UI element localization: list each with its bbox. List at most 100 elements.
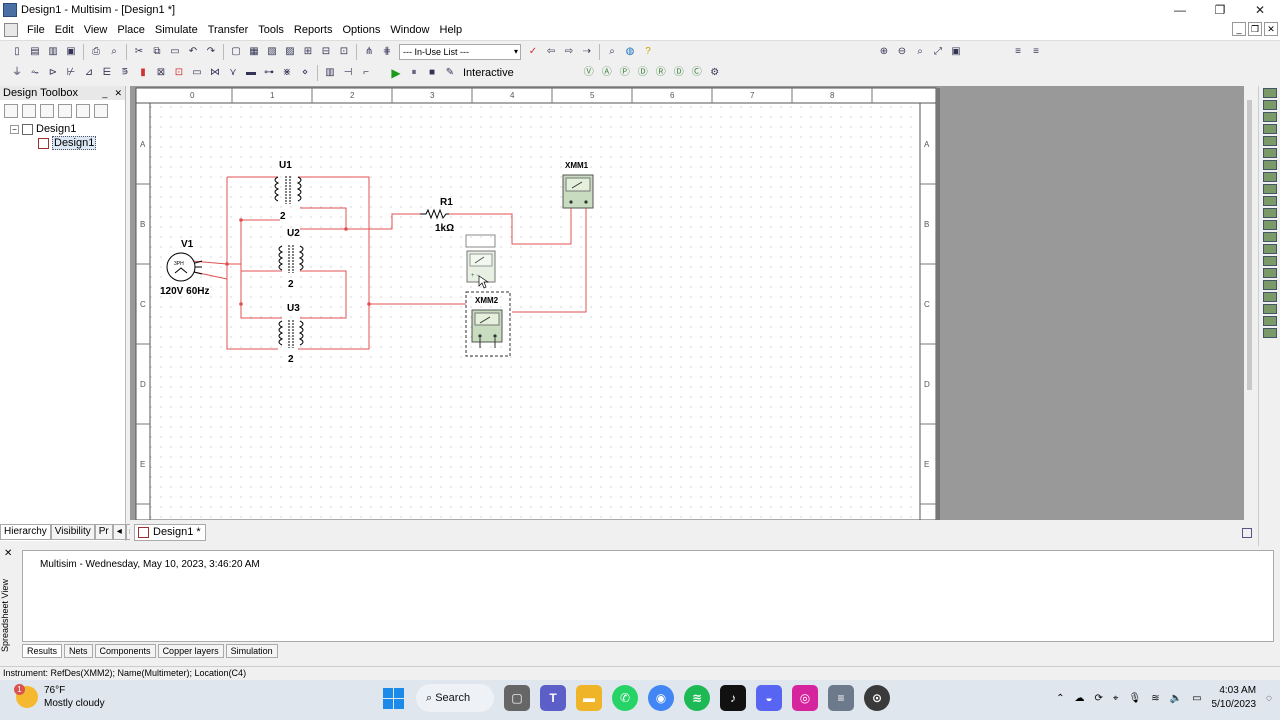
place-hierarchical-block-icon[interactable]: ⊣ — [340, 65, 356, 81]
multimeter-xmm1[interactable] — [562, 174, 594, 209]
function-generator-icon[interactable] — [1262, 100, 1277, 110]
find-examples-icon[interactable]: ⌕ — [604, 44, 620, 60]
undo-icon[interactable]: ↶ — [185, 44, 201, 60]
task-view-icon[interactable]: ▢ — [504, 685, 530, 711]
teams-icon[interactable]: T — [540, 685, 566, 711]
place-misc-digital-icon[interactable]: ▮ — [135, 65, 151, 81]
zoom-out-icon[interactable]: ⊖ — [894, 44, 910, 60]
volume-icon[interactable]: 🔈 — [1170, 693, 1182, 704]
place-connector-icon[interactable]: ⋄ — [297, 65, 313, 81]
tektronix-oscilloscope-icon[interactable] — [1262, 292, 1277, 302]
logic-converter-icon[interactable] — [1262, 184, 1277, 194]
doc-minimize-icon[interactable]: _ — [1232, 22, 1246, 36]
forward-annotate-icon[interactable]: ⇨ — [561, 44, 577, 60]
open-sample-icon[interactable]: ▥ — [45, 44, 61, 60]
window-list-icon[interactable] — [1242, 528, 1252, 538]
weather-widget[interactable]: 1 76°F Mostly cloudy — [14, 684, 105, 710]
place-cmos-icon[interactable]: ⋾ — [117, 65, 133, 81]
menu-file[interactable]: File — [22, 20, 50, 40]
document-icon[interactable] — [4, 23, 18, 37]
place-electromech-icon[interactable]: ⊶ — [261, 65, 277, 81]
schematic-canvas[interactable]: 0 1 2 3 4 5 6 7 8 A B C D E A B C D E U1… — [130, 86, 1256, 520]
place-mixed-icon[interactable]: ⊠ — [153, 65, 169, 81]
iv-analyzer-icon[interactable] — [1262, 208, 1277, 218]
menu-place[interactable]: Place — [112, 20, 150, 40]
toolbox-close-icon[interactable]: ✕ — [114, 88, 122, 98]
tiktok-icon[interactable]: ♪ — [720, 685, 746, 711]
new-icon[interactable]: ▯ — [9, 44, 25, 60]
chrome-icon[interactable]: ◉ — [648, 685, 674, 711]
bode-plotter-icon[interactable] — [1262, 148, 1277, 158]
ni-elvis-icon[interactable] — [1262, 316, 1277, 326]
copy-icon[interactable]: ⧉ — [149, 44, 165, 60]
sync-icon[interactable]: ⟳ — [1095, 693, 1103, 704]
place-ttl-icon[interactable]: ⋿ — [99, 65, 115, 81]
tab-design1[interactable]: Design1 * — [134, 524, 206, 541]
probe-voltage-icon[interactable]: Ⓥ — [581, 65, 597, 81]
transfer-icon[interactable]: ⇢ — [579, 44, 595, 60]
place-analog-icon[interactable]: ⊿ — [81, 65, 97, 81]
four-channel-oscilloscope-icon[interactable] — [1262, 136, 1277, 146]
canvas-vertical-scrollbar[interactable] — [1244, 86, 1256, 520]
tab-components[interactable]: Components — [94, 644, 156, 658]
run-simulation-icon[interactable]: ▶ — [388, 65, 404, 81]
delete-design-icon[interactable] — [76, 104, 90, 118]
print-icon[interactable]: ⎙ — [88, 44, 104, 60]
place-diode-icon[interactable]: ⊳ — [45, 65, 61, 81]
spectrum-analyzer-icon[interactable] — [1262, 232, 1277, 242]
notification-icon[interactable]: ◌ — [1266, 693, 1272, 704]
paste-icon[interactable]: ▭ — [167, 44, 183, 60]
doc-restore-icon[interactable]: ❐ — [1248, 22, 1262, 36]
restore-icon[interactable]: ❐ — [1200, 0, 1240, 20]
frequency-counter-icon[interactable] — [1262, 160, 1277, 170]
menu-simulate[interactable]: Simulate — [150, 20, 203, 40]
whatsapp-icon[interactable]: ✆ — [612, 685, 638, 711]
microphone-icon[interactable]: 🎙 — [1129, 693, 1142, 704]
agilent-multimeter-icon[interactable] — [1262, 268, 1277, 278]
start-button[interactable] — [380, 685, 406, 711]
network-analyzer-icon[interactable] — [1262, 244, 1277, 254]
place-rf-icon[interactable]: ▬ — [243, 65, 259, 81]
new-design-icon[interactable] — [4, 104, 18, 118]
in-use-list-dropdown[interactable]: --- In-Use List --- ▾ — [399, 43, 521, 60]
tab-visibility[interactable]: Visibility — [50, 524, 95, 540]
place-bus-icon[interactable]: ⌐ — [358, 65, 374, 81]
place-misc-icon[interactable]: ⋈ — [207, 65, 223, 81]
zoom-fit-icon[interactable]: ⤢ — [930, 44, 946, 60]
logic-analyzer-icon[interactable] — [1262, 196, 1277, 206]
wattmeter-icon[interactable] — [1262, 112, 1277, 122]
align-center-icon[interactable]: ≡ — [1028, 44, 1044, 60]
place-basic-icon[interactable]: ⏦ — [27, 65, 43, 81]
new-subcircuit-icon[interactable]: ⋕ — [379, 44, 395, 60]
menu-window[interactable]: Window — [385, 20, 434, 40]
back-annotate-icon[interactable]: ⇦ — [543, 44, 559, 60]
battery-icon[interactable]: ▭ — [1192, 693, 1201, 704]
menu-view[interactable]: View — [79, 20, 113, 40]
collapse-icon[interactable]: − — [10, 124, 19, 134]
menu-help[interactable]: Help — [435, 20, 468, 40]
design-settings-icon[interactable] — [94, 104, 108, 118]
show-hidden-icons-icon[interactable]: ⌃ — [1056, 693, 1064, 704]
help-icon[interactable]: ? — [640, 44, 656, 60]
spreadsheet-icon[interactable]: ▨ — [282, 44, 298, 60]
probe-differential-icon[interactable]: Ⓓ — [635, 65, 651, 81]
tab-results[interactable]: Results — [22, 644, 63, 658]
open-design-icon[interactable] — [22, 104, 36, 118]
menu-reports[interactable]: Reports — [289, 20, 338, 40]
cut-icon[interactable]: ✂ — [131, 44, 147, 60]
hierarchy-icon[interactable]: ⋔ — [361, 44, 377, 60]
probe-gear-icon[interactable]: ⚙ — [707, 65, 723, 81]
circuit-app-icon[interactable]: ⊙ — [864, 685, 890, 711]
open-icon[interactable]: ▤ — [27, 44, 43, 60]
probe-power-icon[interactable]: Ⓟ — [617, 65, 633, 81]
wifi-icon[interactable]: ≋ — [1151, 693, 1159, 704]
probe-digital-icon[interactable]: Ⓓ — [671, 65, 687, 81]
close-icon[interactable]: ✕ — [1240, 0, 1280, 20]
postprocessor-icon[interactable]: ▧ — [264, 44, 280, 60]
onedrive-icon[interactable]: ☁ — [1075, 693, 1085, 704]
place-source-icon[interactable]: ⏚ — [9, 65, 25, 81]
tab-project-view[interactable]: Pr — [94, 524, 113, 540]
save-design-icon[interactable] — [40, 104, 54, 118]
menu-transfer[interactable]: Transfer — [203, 20, 254, 40]
place-advanced-peripherals-icon[interactable]: ⋎ — [225, 65, 241, 81]
